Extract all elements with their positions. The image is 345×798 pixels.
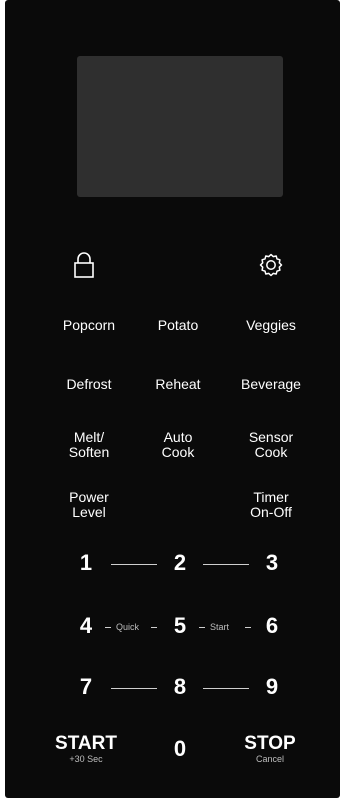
digit-3-button[interactable]: 3: [257, 551, 287, 575]
defrost-button[interactable]: Defrost: [49, 377, 129, 392]
divider-line: [245, 627, 251, 628]
digit-7-button[interactable]: 7: [71, 675, 101, 699]
digit-1-button[interactable]: 1: [71, 551, 101, 575]
auto-cook-button[interactable]: Auto Cook: [143, 430, 213, 460]
potato-button[interactable]: Potato: [143, 318, 213, 333]
lock-icon[interactable]: [70, 248, 98, 282]
stop-button[interactable]: STOP Cancel: [227, 733, 313, 765]
microwave-control-panel: Popcorn Potato Veggies Defrost Reheat Be…: [5, 0, 340, 798]
divider-line: [203, 688, 249, 689]
start-button-sublabel: +30 Sec: [69, 754, 103, 764]
beverage-button[interactable]: Beverage: [229, 377, 313, 392]
stop-button-label: STOP: [244, 733, 296, 754]
digit-4-button[interactable]: 4: [71, 614, 101, 638]
digit-2-button[interactable]: 2: [165, 551, 195, 575]
digit-8-button[interactable]: 8: [165, 675, 195, 699]
digit-6-button[interactable]: 6: [257, 614, 287, 638]
sensor-cook-button[interactable]: Sensor Cook: [231, 430, 311, 460]
popcorn-button[interactable]: Popcorn: [49, 318, 129, 333]
divider-line: [151, 627, 157, 628]
digit-5-button[interactable]: 5: [165, 614, 195, 638]
digit-9-button[interactable]: 9: [257, 675, 287, 699]
power-level-button[interactable]: Power Level: [49, 490, 129, 520]
divider-line: [199, 627, 205, 628]
digit-0-button[interactable]: 0: [165, 737, 195, 761]
start-button[interactable]: START +30 Sec: [41, 733, 131, 765]
melt-soften-button[interactable]: Melt/ Soften: [49, 430, 129, 460]
start-label: Start: [210, 622, 230, 632]
divider-line: [203, 564, 249, 565]
start-button-label: START: [55, 733, 117, 754]
veggies-button[interactable]: Veggies: [231, 318, 311, 333]
gear-icon[interactable]: [257, 248, 285, 282]
stop-button-sublabel: Cancel: [255, 754, 284, 764]
reheat-button[interactable]: Reheat: [143, 377, 213, 392]
divider-line: [111, 688, 157, 689]
divider-line: [105, 627, 111, 628]
quick-label: Quick: [116, 622, 140, 632]
timer-on-off-button[interactable]: Timer On-Off: [231, 490, 311, 520]
divider-line: [111, 564, 157, 565]
display-screen: [77, 56, 283, 197]
